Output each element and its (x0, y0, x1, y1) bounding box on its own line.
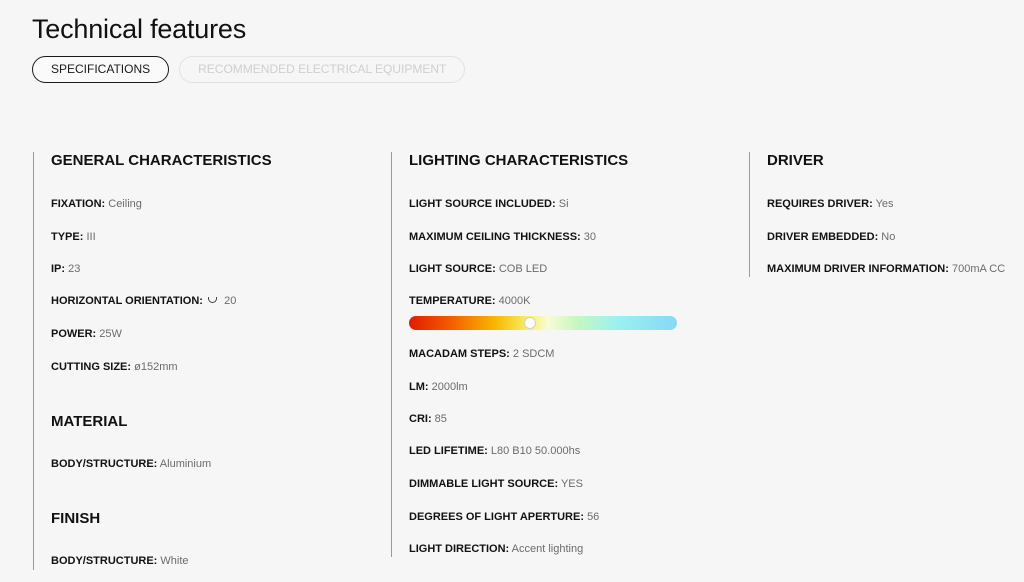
general-characteristics-title: GENERAL CHARACTERISTICS (51, 152, 272, 169)
spec-value: 25W (99, 328, 122, 340)
spec-value: 20 (224, 295, 237, 307)
spec-label: CRI: (409, 413, 432, 425)
spec-value: L80 B10 50.000hs (490, 445, 581, 457)
spec-label: HORIZONTAL ORIENTATION: (51, 295, 203, 307)
temperature-scale (409, 316, 677, 330)
spec-value: 2 SDCM (512, 348, 555, 360)
lighting-column: LIGHTING CHARACTERISTICS LIGHT SOURCE IN… (391, 152, 731, 557)
spec-value: 700mA CC (951, 263, 1006, 275)
spec-value: 23 (68, 263, 81, 275)
spec-requires-driver: REQUIRES DRIVER: Yes (767, 197, 894, 211)
spec-label: POWER: (51, 328, 97, 340)
spec-finish-body: BODY/STRUCTURE: White (51, 554, 189, 568)
spec-label: BODY/STRUCTURE: (51, 458, 158, 470)
spec-value: YES (560, 478, 583, 490)
lighting-characteristics-title: LIGHTING CHARACTERISTICS (409, 152, 629, 169)
spec-label: TYPE: (51, 231, 84, 243)
spec-value: 56 (587, 511, 600, 523)
spec-light-source-included: LIGHT SOURCE INCLUDED: Si (409, 197, 569, 211)
spec-label: MAXIMUM DRIVER INFORMATION: (767, 263, 949, 275)
finish-title: FINISH (51, 510, 101, 527)
spec-label: MAXIMUM CEILING THICKNESS: (409, 231, 581, 243)
spec-type: TYPE: III (51, 230, 96, 244)
spec-label: CUTTING SIZE: (51, 361, 132, 373)
spec-label: BODY/STRUCTURE: (51, 555, 158, 567)
spec-value: No (881, 231, 896, 243)
spec-value: III (86, 231, 96, 243)
spec-material-body: BODY/STRUCTURE: Aluminium (51, 457, 211, 471)
material-title: MATERIAL (51, 413, 128, 430)
spec-label: DIMMABLE LIGHT SOURCE: (409, 478, 559, 490)
spec-value: Si (558, 198, 569, 210)
spec-power: POWER: 25W (51, 327, 122, 341)
spec-value: Accent lighting (511, 543, 584, 555)
spec-temperature: TEMPERATURE: 4000K (409, 294, 530, 308)
spec-label: IP: (51, 263, 66, 275)
tab-specifications[interactable]: SPECIFICATIONS (32, 56, 170, 83)
spec-value: 4000K (498, 295, 531, 307)
spec-ceiling-thickness: MAXIMUM CEILING THICKNESS: 30 (409, 230, 596, 244)
spec-label: LED LIFETIME: (409, 445, 488, 457)
spec-label: REQUIRES DRIVER: (767, 198, 873, 210)
spec-fixation: FIXATION: Ceiling (51, 197, 142, 211)
tab-recommended-electrical-equipment[interactable]: RECOMMENDED ELECTRICAL EQUIPMENT (179, 56, 466, 83)
spec-lm: LM: 2000lm (409, 380, 468, 394)
page-title: Technical features (32, 14, 247, 44)
spec-driver-embedded: DRIVER EMBEDDED: No (767, 230, 895, 244)
spec-label: LIGHT DIRECTION: (409, 543, 510, 555)
spec-ip: IP: 23 (51, 262, 80, 276)
spec-horizontal-orientation: HORIZONTAL ORIENTATION: 20 (51, 294, 236, 308)
spec-value: 85 (434, 413, 447, 425)
spec-light-aperture: DEGREES OF LIGHT APERTURE: 56 (409, 510, 599, 524)
spec-light-direction: LIGHT DIRECTION: Accent lighting (409, 542, 583, 556)
spec-led-lifetime: LED LIFETIME: L80 B10 50.000hs (409, 444, 580, 458)
spec-value: ø152mm (134, 361, 178, 373)
spec-label: DEGREES OF LIGHT APERTURE: (409, 511, 584, 523)
spec-value: COB LED (498, 263, 548, 275)
driver-column: DRIVER REQUIRES DRIVER: Yes DRIVER EMBED… (749, 152, 1019, 277)
spec-label: MACADAM STEPS: (409, 348, 510, 360)
spec-cutting-size: CUTTING SIZE: ø152mm (51, 360, 178, 374)
spec-value: Ceiling (108, 198, 142, 210)
spec-value: 2000lm (431, 381, 468, 393)
driver-title: DRIVER (767, 152, 824, 169)
tab-bar: SPECIFICATIONS RECOMMENDED ELECTRICAL EQ… (32, 56, 466, 83)
spec-value: White (160, 555, 189, 567)
spec-label: DRIVER EMBEDDED: (767, 231, 879, 243)
rotate-icon (208, 297, 218, 303)
spec-label: LIGHT SOURCE INCLUDED: (409, 198, 556, 210)
general-column: GENERAL CHARACTERISTICS FIXATION: Ceilin… (33, 152, 373, 570)
spec-light-source: LIGHT SOURCE: COB LED (409, 262, 547, 276)
spec-label: FIXATION: (51, 198, 106, 210)
spec-cri: CRI: 85 (409, 412, 447, 426)
spec-max-driver-info: MAXIMUM DRIVER INFORMATION: 700mA CC (767, 262, 1005, 276)
spec-dimmable: DIMMABLE LIGHT SOURCE: YES (409, 477, 583, 491)
temperature-marker (524, 317, 536, 329)
spec-value: Aluminium (159, 458, 212, 470)
spec-macadam-steps: MACADAM STEPS: 2 SDCM (409, 347, 554, 361)
spec-label: TEMPERATURE: (409, 295, 496, 307)
spec-label: LM: (409, 381, 429, 393)
spec-value: 30 (583, 231, 597, 243)
spec-value: Yes (875, 198, 894, 210)
spec-label: LIGHT SOURCE: (409, 263, 496, 275)
